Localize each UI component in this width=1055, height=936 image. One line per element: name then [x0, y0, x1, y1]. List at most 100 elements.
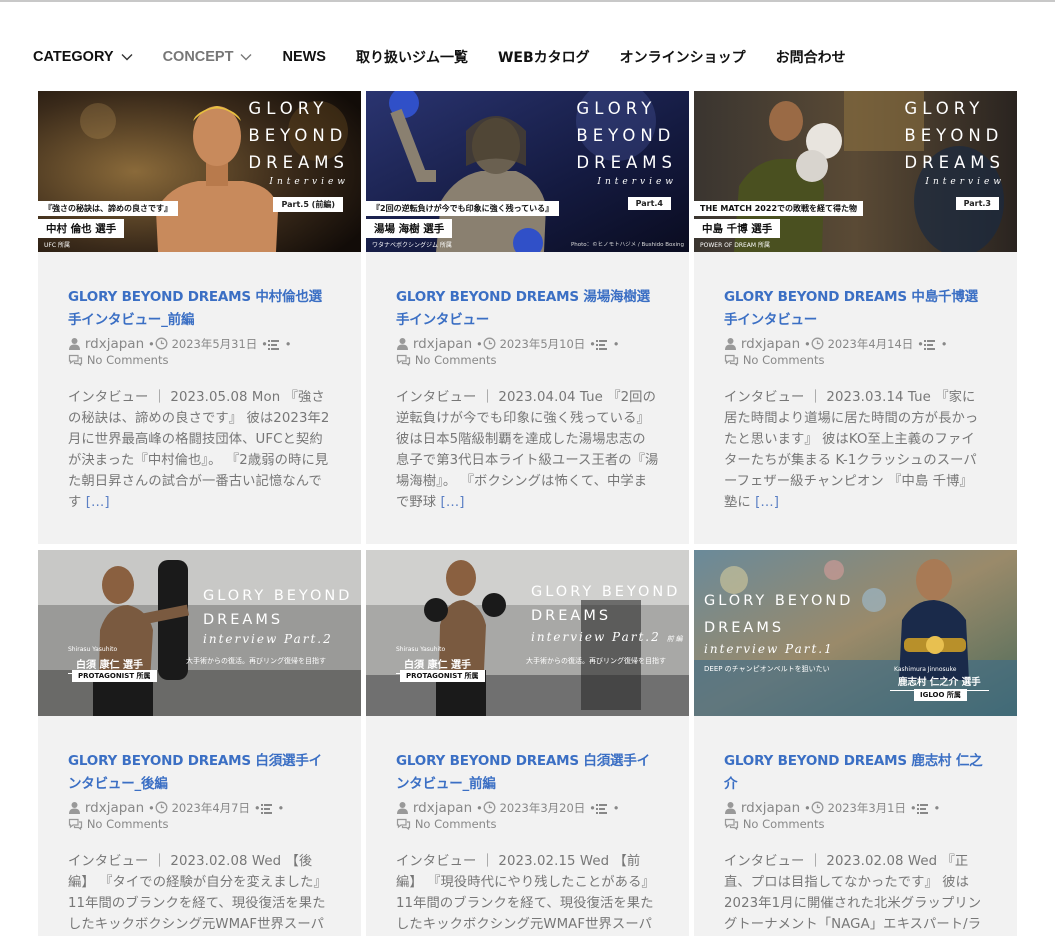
- fighter-nameplate: 中村 倫也 選手: [38, 219, 125, 238]
- post-title[interactable]: GLORY BEYOND DREAMS 鹿志村 仁之介: [724, 750, 987, 796]
- gym-label: IGLOO 所属: [914, 689, 967, 701]
- post-date: 2023年5月31日: [171, 337, 258, 351]
- category-list-icon[interactable]: [595, 339, 609, 350]
- gym-label: POWER OF DREAM 所属: [700, 242, 770, 249]
- post-thumbnail[interactable]: GLORY BEYOND DREAMS Interview Part.3 THE…: [694, 91, 1017, 252]
- nav-online-shop[interactable]: オンラインショップ: [620, 47, 746, 67]
- brand-line: GLORY BEYOND: [704, 593, 854, 609]
- read-more-link[interactable]: […]: [441, 495, 465, 510]
- meta-separator: •: [909, 801, 917, 815]
- meta-separator: •: [475, 337, 483, 351]
- excerpt-text: インタビュー ｜ 2023.04.04 Tue 『2回の逆転負けが今でも印象に強…: [396, 390, 659, 510]
- meta-separator: •: [277, 801, 285, 815]
- meta-separator: •: [612, 337, 620, 351]
- post-card: GLORY BEYOND DREAMS interview Part.1 DEE…: [694, 550, 1017, 936]
- post-author[interactable]: rdxjapan: [413, 336, 472, 352]
- interview-label: interview Part.1: [704, 642, 834, 656]
- interview-label: Interview: [269, 177, 349, 187]
- category-list-icon[interactable]: [923, 339, 937, 350]
- post-meta: rdxjapan • 2023年4月14日 • • No Comments: [724, 336, 987, 368]
- part-badge: Part.5 (前編): [273, 197, 343, 212]
- post-comments[interactable]: No Comments: [415, 817, 497, 831]
- read-more-link[interactable]: […]: [86, 495, 110, 510]
- nav-label: WEBカタログ: [497, 50, 590, 66]
- post-author[interactable]: rdxjapan: [741, 336, 800, 352]
- post-title[interactable]: GLORY BEYOND DREAMS 白須選手インタビュー_後編: [68, 750, 331, 796]
- interview-label: interview Part.2: [203, 632, 333, 646]
- post-author[interactable]: rdxjapan: [741, 800, 800, 816]
- brand-line: GLORY BEYOND: [531, 584, 681, 600]
- post-date: 2023年3月20日: [499, 801, 586, 815]
- post-comments[interactable]: No Comments: [743, 817, 825, 831]
- nav-concept[interactable]: CONCEPT: [163, 49, 253, 65]
- meta-separator: •: [475, 801, 483, 815]
- post-thumbnail[interactable]: GLORY BEYOND DREAMS interview Part.2 前編 …: [366, 550, 689, 716]
- post-comments[interactable]: No Comments: [87, 353, 169, 367]
- post-author[interactable]: rdxjapan: [413, 800, 472, 816]
- post-meta: rdxjapan • 2023年5月10日 • • No Comments: [396, 336, 659, 368]
- post-title[interactable]: GLORY BEYOND DREAMS 中島千博選手インタビュー: [724, 286, 987, 332]
- meta-separator: •: [261, 337, 268, 351]
- category-list-icon[interactable]: [595, 803, 609, 814]
- meta-separator: •: [589, 337, 596, 351]
- nav-label: NEWS: [282, 49, 326, 65]
- gym-label: UFC 所属: [44, 242, 70, 249]
- clock-icon: [811, 801, 824, 814]
- post-title[interactable]: GLORY BEYOND DREAMS 湯場海樹選手インタビュー: [396, 286, 659, 332]
- thumbnail-subtitle: 大手術からの復活。再びリング復帰を目指す: [526, 657, 666, 665]
- user-icon: [725, 802, 736, 814]
- chevron-down-icon: [240, 54, 252, 61]
- post-thumbnail[interactable]: GLORY BEYOND DREAMS Interview Part.4 『2回…: [366, 91, 689, 252]
- comment-icon: [396, 354, 411, 366]
- meta-separator: •: [803, 801, 811, 815]
- post-thumbnail[interactable]: GLORY BEYOND DREAMS interview Part.2 大手術…: [38, 550, 361, 716]
- brand-line: DREAMS: [576, 153, 677, 172]
- nav-category[interactable]: CATEGORY: [33, 49, 133, 65]
- nav-label: お問合わせ: [775, 50, 846, 66]
- brand-line: BEYOND: [576, 126, 676, 145]
- post-thumbnail[interactable]: GLORY BEYOND DREAMS Interview Part.5 (前編…: [38, 91, 361, 252]
- nav-web-catalog[interactable]: WEBカタログ: [498, 47, 590, 67]
- brand-line: GLORY: [904, 99, 985, 118]
- comment-icon: [68, 354, 83, 366]
- post-author[interactable]: rdxjapan: [85, 336, 144, 352]
- meta-separator: •: [917, 337, 924, 351]
- read-more-link[interactable]: […]: [755, 495, 779, 510]
- brand-line: BEYOND: [248, 126, 348, 145]
- post-title[interactable]: GLORY BEYOND DREAMS 中村倫也選手インタビュー_前編: [68, 286, 331, 332]
- part-badge: Part.3: [955, 197, 999, 210]
- category-list-icon[interactable]: [267, 339, 281, 350]
- meta-separator: •: [589, 801, 596, 815]
- brand-line: GLORY: [248, 99, 329, 118]
- post-author[interactable]: rdxjapan: [85, 800, 144, 816]
- post-comments[interactable]: No Comments: [415, 353, 497, 367]
- user-icon: [397, 802, 408, 814]
- category-list-icon[interactable]: [916, 803, 930, 814]
- post-date: 2023年4月14日: [827, 337, 914, 351]
- nav-news[interactable]: NEWS: [282, 49, 326, 65]
- main-navigation: CATEGORY CONCEPT NEWS 取り扱いジム一覧 WEBカタログ オ…: [33, 44, 876, 70]
- nav-gyms[interactable]: 取り扱いジム一覧: [356, 47, 468, 67]
- category-list-icon[interactable]: [260, 803, 274, 814]
- nav-contact[interactable]: お問合わせ: [776, 47, 846, 67]
- nav-label: CATEGORY: [33, 49, 114, 65]
- clock-icon: [155, 337, 168, 350]
- meta-separator: •: [933, 801, 941, 815]
- post-excerpt: インタビュー ｜ 2023.05.08 Mon 『強さの秘訣は、諦めの良さです』…: [68, 387, 331, 513]
- comment-icon: [396, 818, 411, 830]
- user-icon: [69, 338, 80, 350]
- post-comments[interactable]: No Comments: [743, 353, 825, 367]
- post-meta: rdxjapan • 2023年3月20日 • • No Comments: [396, 800, 659, 832]
- nav-label: 取り扱いジム一覧: [355, 50, 468, 66]
- post-card: GLORY BEYOND DREAMS interview Part.2 前編 …: [366, 550, 689, 936]
- meta-separator: •: [284, 337, 292, 351]
- post-thumbnail[interactable]: GLORY BEYOND DREAMS interview Part.1 DEE…: [694, 550, 1017, 716]
- post-date: 2023年3月1日: [827, 801, 906, 815]
- post-title[interactable]: GLORY BEYOND DREAMS 白須選手インタビュー_前編: [396, 750, 659, 796]
- post-meta: rdxjapan • 2023年3月1日 • • No Comments: [724, 800, 987, 832]
- post-comments[interactable]: No Comments: [87, 817, 169, 831]
- brand-line: DREAMS: [704, 620, 785, 636]
- brand-title: GLORY BEYOND DREAMS: [248, 95, 349, 176]
- comment-icon: [724, 818, 739, 830]
- meta-separator: •: [940, 337, 948, 351]
